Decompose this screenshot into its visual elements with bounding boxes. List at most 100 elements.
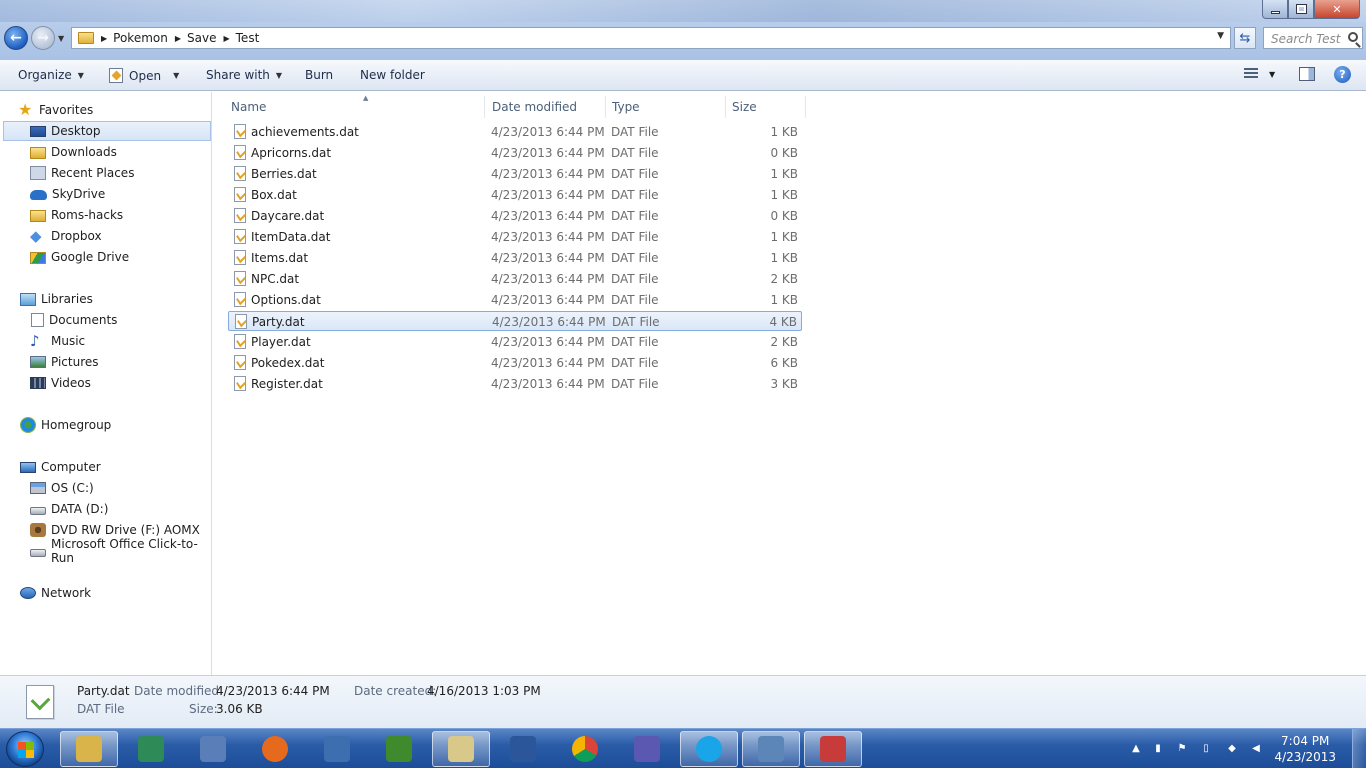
new-folder-button[interactable]: New folder — [360, 68, 425, 82]
file-row[interactable]: Berries.dat 4/23/2013 6:44 PM DAT File 1 KB — [228, 164, 802, 184]
file-row[interactable]: Register.dat 4/23/2013 6:44 PM DAT File 3 K… — [228, 374, 802, 394]
nav-libraries[interactable]: Libraries — [0, 289, 211, 309]
control-panel-icon — [758, 736, 784, 762]
taskbar-control-panel[interactable] — [742, 731, 800, 767]
file-name: Register.dat — [251, 377, 323, 391]
action-center-icon[interactable]: ⚑ — [1176, 743, 1188, 755]
details-date-modified-value: 4/23/2013 6:44 PM — [216, 684, 330, 698]
favorites-star-icon: ★ — [18, 100, 33, 119]
search-input[interactable]: Search Test — [1263, 27, 1363, 49]
taskbar-google-chrome[interactable] — [556, 731, 614, 767]
nav-homegroup[interactable]: Homegroup — [0, 415, 211, 435]
breadcrumb-chevron-icon[interactable]: ▶ — [223, 34, 229, 43]
address-history-dropdown[interactable]: ▼ — [1217, 31, 1224, 41]
taskbar-notepad-plus-plus[interactable] — [432, 731, 490, 767]
breadcrumb-chevron-icon[interactable]: ▶ — [101, 34, 107, 43]
nav-videos[interactable]: Videos — [0, 373, 211, 393]
close-button[interactable]: ✕ — [1314, 0, 1360, 19]
file-row[interactable]: Daycare.dat 4/23/2013 6:44 PM DAT File 0 KB — [228, 206, 802, 226]
nav-data-d-label: DATA (D:) — [51, 502, 109, 516]
nav-google-drive[interactable]: Google Drive — [0, 247, 211, 267]
file-row[interactable]: Items.dat 4/23/2013 6:44 PM DAT File 1 KB — [228, 248, 802, 268]
breadcrumb-pokemon[interactable]: Pokemon — [113, 31, 168, 45]
view-options-dropdown[interactable]: ▼ — [1269, 70, 1275, 79]
recent-pages-dropdown[interactable]: ▼ — [58, 34, 64, 43]
signal-strength-icon[interactable]: ▮ — [1152, 743, 1164, 755]
file-name: Options.dat — [251, 293, 321, 307]
taskbar-microsoft-word[interactable] — [494, 731, 552, 767]
system-clock[interactable]: 7:04 PM 4/23/2013 — [1274, 733, 1336, 765]
organize-button[interactable]: Organize ▼ — [18, 68, 84, 82]
taskbar-media-app[interactable] — [122, 731, 180, 767]
nav-data-d[interactable]: DATA (D:) — [0, 499, 211, 519]
nav-music-label: Music — [51, 334, 86, 348]
taskbar-firefox[interactable] — [246, 731, 304, 767]
taskbar-python[interactable] — [308, 731, 366, 767]
address-bar[interactable]: ▶ Pokemon ▶ Save ▶ Test ▼ — [71, 27, 1231, 49]
aero-glass — [0, 0, 1366, 22]
chevron-down-icon[interactable]: ▼ — [173, 71, 179, 80]
taskbar-windows-media-center[interactable] — [184, 731, 242, 767]
recent-places-icon — [30, 166, 46, 180]
start-button[interactable] — [6, 731, 44, 767]
open-button[interactable]: Open ▼ — [109, 68, 179, 83]
forward-button[interactable]: → — [31, 26, 55, 50]
taskbar-skype[interactable] — [680, 731, 738, 767]
minimize-button[interactable] — [1262, 0, 1288, 19]
taskbar-minecraft-tree-app[interactable] — [370, 731, 428, 767]
show-hidden-icons-icon[interactable]: ▲ — [1130, 743, 1142, 755]
file-row[interactable]: Party.dat 4/23/2013 6:44 PM DAT File 4 KB — [228, 311, 802, 331]
file-row[interactable]: NPC.dat 4/23/2013 6:44 PM DAT File 2 KB — [228, 269, 802, 289]
file-row[interactable]: achievements.dat 4/23/2013 6:44 PM DAT Fil… — [228, 122, 802, 142]
show-desktop-button[interactable] — [1352, 729, 1366, 768]
taskbar-windows-explorer[interactable] — [60, 731, 118, 767]
breadcrumb-save[interactable]: Save — [187, 31, 216, 45]
file-date-modified: 4/23/2013 6:44 PM — [491, 209, 605, 223]
nav-roms-hacks[interactable]: Roms-hacks — [0, 205, 211, 225]
dat-file-icon — [234, 166, 246, 181]
nav-documents[interactable]: Documents — [0, 310, 211, 330]
taskbar-toolbox-app[interactable] — [804, 731, 862, 767]
firefox-icon — [262, 736, 288, 762]
nav-office-click-to-run[interactable]: Microsoft Office Click-to-Run — [0, 537, 211, 565]
nav-dropbox[interactable]: ◆ Dropbox — [0, 226, 211, 246]
nav-downloads[interactable]: Downloads — [0, 142, 211, 162]
nav-computer[interactable]: Computer — [0, 457, 211, 477]
help-icon[interactable]: ? — [1334, 66, 1351, 83]
file-row[interactable]: Apricorns.dat 4/23/2013 6:44 PM DAT File 0 … — [228, 143, 802, 163]
nav-os-c[interactable]: OS (C:) — [0, 478, 211, 498]
change-view-icon[interactable] — [1244, 68, 1258, 80]
nav-pictures[interactable]: Pictures — [0, 352, 211, 372]
file-row[interactable]: Player.dat 4/23/2013 6:44 PM DAT File 2 KB — [228, 332, 802, 352]
share-with-button[interactable]: Share with ▼ — [206, 68, 282, 82]
file-row[interactable]: Options.dat 4/23/2013 6:44 PM DAT File 1 KB — [228, 290, 802, 310]
taskbar-infinity-app[interactable] — [618, 731, 676, 767]
back-button[interactable]: ← — [4, 26, 28, 50]
search-icon[interactable] — [1348, 32, 1358, 42]
nav-favorites[interactable]: ★ Favorites — [18, 100, 208, 120]
nav-network[interactable]: Network — [0, 583, 211, 603]
file-row[interactable]: ItemData.dat 4/23/2013 6:44 PM DAT File 1 K… — [228, 227, 802, 247]
dropbox-tray-icon[interactable]: ◆ — [1226, 743, 1238, 755]
nav-music[interactable]: ♪ Music — [0, 331, 211, 351]
preview-pane-icon[interactable] — [1299, 67, 1315, 81]
nav-skydrive[interactable]: SkyDrive — [0, 184, 211, 204]
nav-desktop[interactable]: Desktop — [3, 121, 211, 141]
column-header-date-modified[interactable]: Date modified — [486, 96, 606, 118]
file-row[interactable]: Box.dat 4/23/2013 6:44 PM DAT File 1 KB — [228, 185, 802, 205]
file-size: 3 KB — [770, 377, 798, 391]
breadcrumb-test[interactable]: Test — [236, 31, 260, 45]
breadcrumb-chevron-icon[interactable]: ▶ — [175, 34, 181, 43]
file-size: 0 KB — [770, 146, 798, 160]
column-header-size[interactable]: Size — [726, 96, 806, 118]
maximize-button[interactable] — [1288, 0, 1314, 19]
refresh-button[interactable]: ⇆ — [1234, 27, 1256, 49]
file-row[interactable]: Pokedex.dat 4/23/2013 6:44 PM DAT File 6 KB — [228, 353, 802, 373]
burn-button[interactable]: Burn — [305, 68, 333, 82]
power-icon[interactable]: ▯ — [1200, 743, 1212, 755]
nav-recent-places[interactable]: Recent Places — [0, 163, 211, 183]
column-header-type[interactable]: Type — [606, 96, 726, 118]
column-header-name[interactable]: Name ▲ — [225, 94, 485, 118]
volume-muted-icon[interactable]: ◀ — [1250, 743, 1262, 755]
dat-file-icon — [234, 334, 246, 349]
